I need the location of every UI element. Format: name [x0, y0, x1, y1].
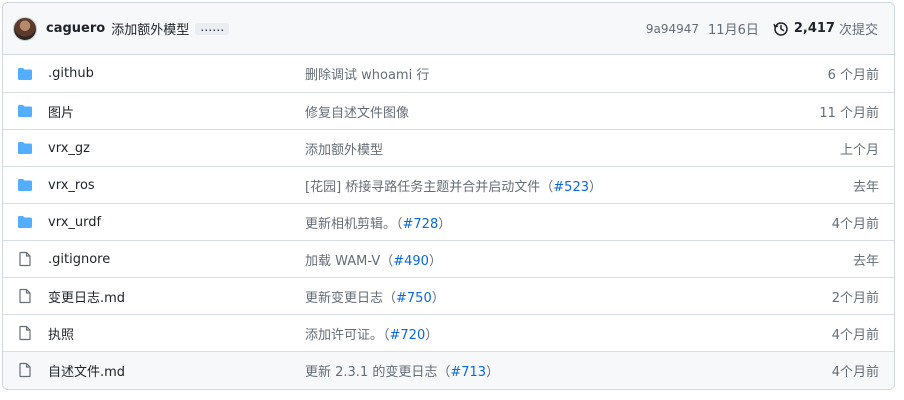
commit-message-suffix: ）	[425, 327, 439, 343]
file-name-link[interactable]: 变更日志.md	[48, 287, 305, 306]
file-name-link[interactable]: 图片	[48, 102, 305, 121]
table-row[interactable]: vrx_urdf 更新相机剪辑。（#728） 4个月前	[3, 203, 894, 240]
pull-request-link[interactable]: #728	[403, 217, 439, 232]
commit-age: 4个月前	[831, 216, 879, 232]
commit-message-suffix: ）	[428, 253, 442, 269]
commit-message-link[interactable]: 添加额外模型	[305, 139, 759, 158]
file-icon	[17, 288, 33, 304]
commit-message-text: 添加许可证。（	[305, 327, 390, 343]
commit-author[interactable]: caguero	[46, 21, 105, 36]
commit-message-text: 更新变更日志（	[305, 290, 397, 306]
expand-message-button[interactable]: ……	[195, 21, 230, 35]
commit-message-link[interactable]: 修复自述文件图像	[305, 102, 759, 121]
commit-message-link[interactable]: 加载 WAM-V（#490）	[305, 250, 759, 269]
commit-message-link[interactable]: 更新 2.3.1 的变更日志（#713）	[305, 361, 759, 380]
file-name-link[interactable]: 自述文件.md	[48, 361, 305, 380]
commit-message-suffix: ）	[589, 179, 603, 195]
latest-commit-bar: caguero 添加额外模型 …… 9a94947 11月6日 2,417 次提…	[3, 3, 894, 55]
pull-request-link[interactable]: #713	[450, 365, 486, 380]
commit-age: 去年	[852, 253, 879, 269]
table-row[interactable]: .gitignore 加载 WAM-V（#490） 去年	[3, 240, 894, 277]
pull-request-link[interactable]: #750	[396, 291, 432, 306]
file-name-link[interactable]: .github	[48, 66, 305, 81]
file-name-link[interactable]: vrx_gz	[48, 141, 305, 156]
table-row[interactable]: 变更日志.md 更新变更日志（#750） 2个月前	[3, 277, 894, 314]
commit-message-suffix: ）	[431, 290, 445, 306]
commits-label[interactable]: 次提交	[839, 19, 878, 38]
commit-message-link[interactable]: 更新变更日志（#750）	[305, 287, 759, 306]
commit-message[interactable]: 添加额外模型	[111, 19, 189, 38]
folder-icon	[17, 214, 33, 230]
commit-count[interactable]: 2,417	[794, 21, 835, 36]
folder-icon	[17, 103, 33, 119]
commit-age: 4个月前	[831, 327, 879, 343]
history-icon[interactable]	[773, 21, 789, 37]
table-row[interactable]: 执照 添加许可证。（#720） 4个月前	[3, 314, 894, 351]
commit-age: 去年	[852, 179, 879, 195]
commit-message-link[interactable]: [花园] 桥接寻路任务主题并合并启动文件（#523）	[305, 176, 759, 195]
pull-request-link[interactable]: #720	[390, 328, 426, 343]
commit-message-text: 加载 WAM-V（	[305, 253, 394, 269]
commit-age: 4个月前	[831, 364, 879, 380]
folder-icon	[17, 66, 33, 82]
commit-age: 2个月前	[831, 290, 879, 306]
commit-age: 11 个月前	[819, 105, 879, 121]
commit-age: 6 个月前	[827, 68, 879, 83]
avatar[interactable]	[13, 16, 37, 41]
commit-message-link[interactable]: 更新相机剪辑。（#728）	[305, 213, 759, 232]
file-icon	[17, 251, 33, 267]
folder-icon	[17, 140, 33, 156]
file-icon	[17, 325, 33, 341]
commit-message-link[interactable]: 删除调试 whoami 行	[305, 64, 759, 83]
file-name-link[interactable]: vrx_urdf	[48, 215, 305, 230]
commit-message-link[interactable]: 添加许可证。（#720）	[305, 324, 759, 343]
folder-icon	[17, 177, 33, 193]
commit-sha[interactable]: 9a94947	[646, 22, 699, 36]
commit-message-text: 更新 2.3.1 的变更日志（	[305, 364, 451, 380]
commit-message-text: [花园] 桥接寻路任务主题并合并启动文件（	[305, 179, 554, 195]
table-row[interactable]: .github 删除调试 whoami 行 6 个月前	[3, 55, 894, 92]
file-name-link[interactable]: 执照	[48, 324, 305, 343]
commit-message-suffix: ）	[438, 216, 452, 232]
table-row[interactable]: vrx_gz 添加额外模型 上个月	[3, 129, 894, 166]
file-name-link[interactable]: vrx_ros	[48, 178, 305, 193]
file-icon	[17, 362, 33, 378]
pull-request-link[interactable]: #490	[393, 254, 429, 269]
commit-date: 11月6日	[708, 23, 759, 38]
table-row[interactable]: vrx_ros [花园] 桥接寻路任务主题并合并启动文件（#523） 去年	[3, 166, 894, 203]
table-row[interactable]: 自述文件.md 更新 2.3.1 的变更日志（#713） 4个月前	[3, 351, 894, 388]
commit-message-suffix: ）	[486, 364, 500, 380]
commit-message-text: 更新相机剪辑。（	[305, 216, 403, 232]
commit-age: 上个月	[839, 142, 879, 158]
file-name-link[interactable]: .gitignore	[48, 252, 305, 267]
pull-request-link[interactable]: #523	[553, 180, 589, 195]
table-row[interactable]: 图片 修复自述文件图像 11 个月前	[3, 92, 894, 129]
file-browser: caguero 添加额外模型 …… 9a94947 11月6日 2,417 次提…	[2, 2, 895, 390]
file-list: .github 删除调试 whoami 行 6 个月前图片 修复自述文件图像 11 个月…	[3, 55, 894, 388]
